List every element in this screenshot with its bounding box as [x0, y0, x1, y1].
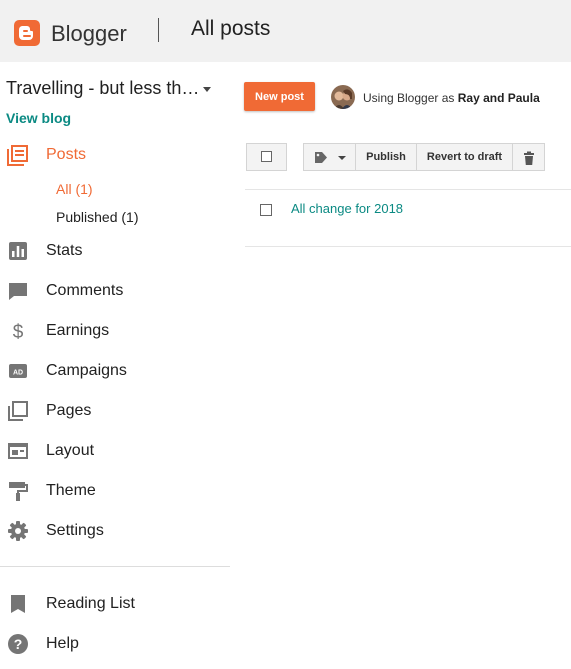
gear-icon: [7, 520, 29, 542]
caret-down-icon: [338, 156, 346, 160]
sidebar-subitem-published[interactable]: Published (1): [56, 209, 139, 225]
sidebar-item-stats[interactable]: Stats: [0, 235, 230, 269]
label-dropdown-button[interactable]: [303, 143, 356, 171]
sidebar-item-label: Theme: [46, 482, 96, 499]
svg-text:AD: AD: [13, 370, 23, 377]
signed-in-prefix: Using Blogger as: [363, 91, 455, 105]
top-bar: Blogger All posts: [0, 0, 571, 62]
post-checkbox[interactable]: [260, 204, 272, 216]
list-divider: [245, 189, 571, 190]
new-post-button[interactable]: New post: [244, 82, 315, 111]
sidebar-item-posts[interactable]: Posts: [0, 139, 230, 173]
blog-selector[interactable]: Travelling - but less th…: [6, 78, 216, 102]
publish-button[interactable]: Publish: [355, 143, 417, 171]
svg-text:?: ?: [14, 636, 23, 652]
sidebar-item-label: Settings: [46, 522, 104, 539]
post-title-link[interactable]: All change for 2018: [291, 201, 403, 216]
sidebar-item-pages[interactable]: Pages: [0, 395, 230, 429]
sidebar-item-settings[interactable]: Settings: [0, 515, 230, 549]
signed-in-as-text: Using Blogger as Ray and Paula: [363, 91, 540, 105]
paint-roller-icon: [7, 480, 29, 502]
sidebar-item-campaigns[interactable]: AD Campaigns: [0, 355, 230, 389]
sidebar-item-theme[interactable]: Theme: [0, 475, 230, 509]
comments-icon: [7, 280, 29, 302]
sidebar-item-label: Stats: [46, 242, 83, 259]
delete-button[interactable]: [512, 143, 545, 171]
svg-text:$: $: [13, 322, 24, 342]
user-name: Ray and Paula: [457, 91, 540, 105]
caret-down-icon: [203, 87, 211, 92]
blogger-logo-icon[interactable]: [14, 20, 40, 46]
dollar-icon: $: [7, 320, 29, 343]
avatar[interactable]: [331, 85, 355, 109]
sidebar-item-label: Posts: [46, 146, 87, 163]
sidebar-item-layout[interactable]: Layout: [0, 435, 230, 469]
ad-icon: AD: [7, 360, 29, 382]
label-tag-icon: [314, 151, 329, 167]
sidebar-item-earnings[interactable]: $ Earnings: [0, 315, 230, 349]
select-all-checkbox[interactable]: [261, 151, 272, 162]
sidebar-subitem-all[interactable]: All (1): [56, 181, 93, 197]
sidebar-item-help[interactable]: ? Help: [0, 628, 230, 662]
sidebar-item-label: Earnings: [46, 322, 110, 339]
revert-to-draft-button[interactable]: Revert to draft: [416, 143, 513, 171]
header-divider: [158, 18, 159, 42]
bookmark-icon: [7, 593, 29, 615]
stats-icon: [7, 240, 29, 262]
trash-icon: [523, 151, 535, 168]
posts-icon: [7, 144, 29, 166]
brand-name[interactable]: Blogger: [51, 21, 127, 47]
sidebar-divider: [0, 566, 230, 567]
blog-name: Travelling - but less th…: [6, 78, 200, 98]
help-icon: ?: [7, 633, 29, 655]
sidebar-item-label: Comments: [46, 282, 124, 299]
list-divider: [245, 246, 571, 247]
page-title: All posts: [191, 17, 271, 40]
sidebar-item-comments[interactable]: Comments: [0, 275, 230, 309]
view-blog-link[interactable]: View blog: [6, 110, 71, 126]
select-all-button[interactable]: [246, 143, 287, 171]
sidebar-item-label: Pages: [46, 402, 92, 419]
sidebar-item-label: Reading List: [46, 595, 135, 612]
layout-icon: [7, 440, 29, 462]
sidebar-item-label: Campaigns: [46, 362, 127, 379]
sidebar-item-reading-list[interactable]: Reading List: [0, 588, 230, 622]
pages-icon: [7, 400, 29, 422]
sidebar-item-label: Layout: [46, 442, 95, 459]
sidebar-item-label: Help: [46, 635, 79, 652]
